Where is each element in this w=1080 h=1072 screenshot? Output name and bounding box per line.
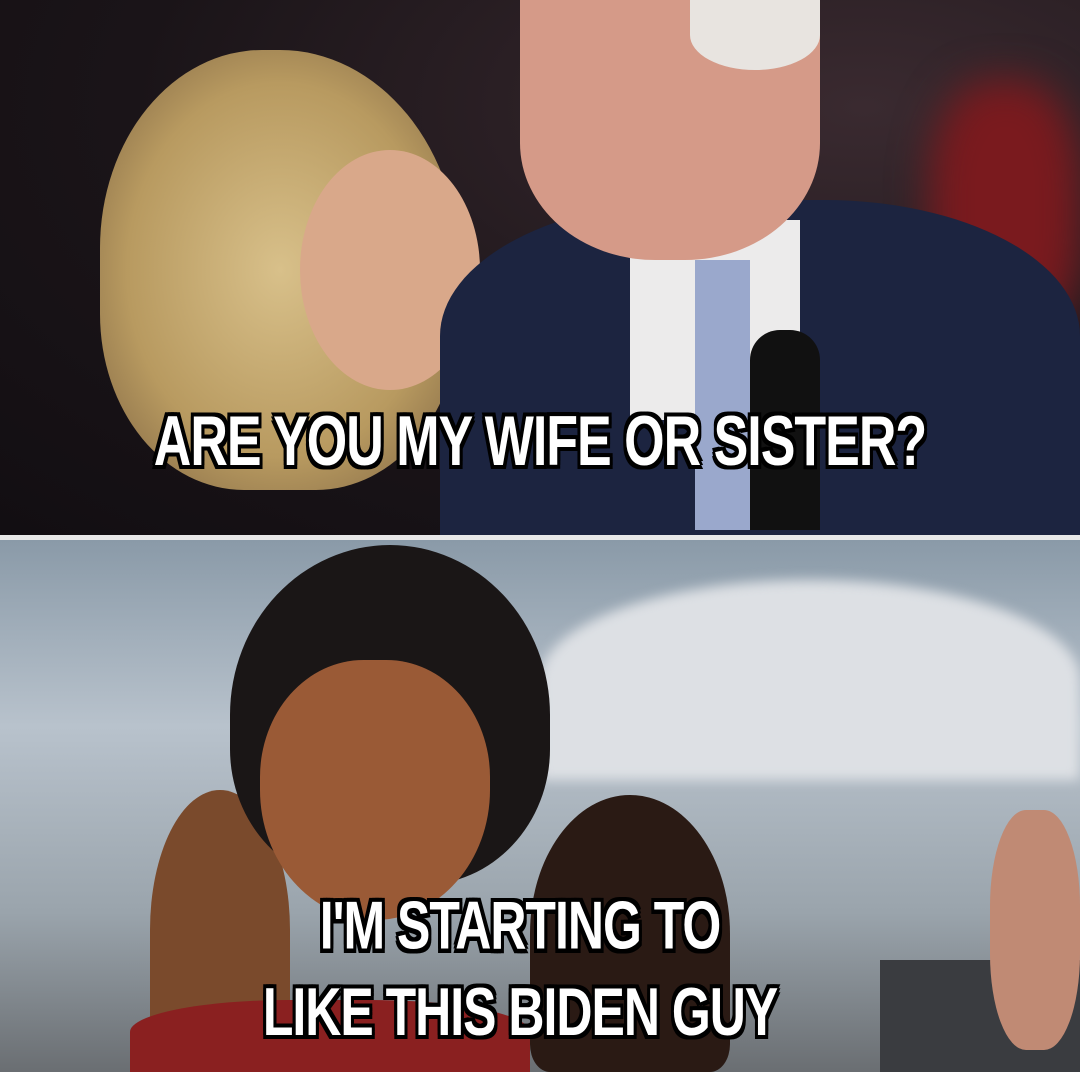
capitol-building	[540, 580, 1080, 780]
bottom-caption: I'M STARTING TO LIKE THIS BIDEN GUY	[0, 883, 1060, 1056]
bottom-caption-line-2: LIKE THIS BIDEN GUY	[262, 974, 778, 1050]
top-caption: ARE YOU MY WIFE OR SISTER?	[153, 402, 927, 482]
bottom-caption-line-1: I'M STARTING TO	[319, 888, 722, 964]
man-tie	[695, 260, 750, 530]
woman-face	[260, 660, 490, 920]
man-hair	[690, 0, 820, 70]
